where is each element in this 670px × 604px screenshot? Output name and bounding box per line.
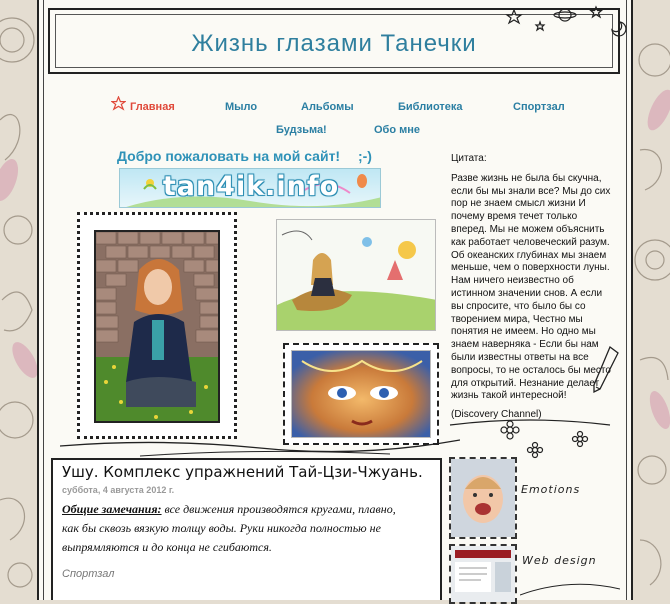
girl-photo-image	[96, 232, 218, 421]
fantasy-collage-image	[277, 220, 435, 330]
flower-doodles	[449, 419, 611, 459]
face-art-image	[292, 351, 430, 437]
main-photo[interactable]	[94, 230, 220, 423]
nav-item-library[interactable]: Библиотека	[398, 101, 463, 113]
post-label-link[interactable]: Спортзал	[62, 568, 114, 580]
emotions-thumb[interactable]	[449, 457, 517, 539]
sidebar-doodle	[520, 583, 620, 596]
nav-item-gym[interactable]: Спортзал	[513, 101, 565, 113]
website-screenshot-image	[451, 546, 515, 602]
pencil-icon	[593, 345, 619, 394]
quote-body: Разве жизнь не была бы скучна, если бы м…	[451, 172, 611, 402]
nav-item-budzma[interactable]: Будзьма!	[276, 124, 327, 136]
welcome-heading: Добро пожаловать на мой сайт! ;-)	[117, 148, 372, 164]
nav-item-albums[interactable]: Альбомы	[301, 101, 354, 113]
welcome-text: Добро пожаловать на мой сайт!	[117, 148, 341, 164]
post-title[interactable]: Ушу. Комплекс упражнений Тай-Цзи-Чжуань.	[62, 463, 423, 481]
post-lead: Общие замечания:	[62, 502, 162, 516]
fantasy-photo[interactable]	[276, 219, 436, 331]
nav-item-about[interactable]: Обо мне	[374, 124, 420, 136]
site-logo[interactable]: tan4ik.info	[119, 168, 381, 208]
nav-item-soap[interactable]: Мыло	[225, 101, 257, 113]
post-date: суббота, 4 августа 2012 г.	[62, 485, 175, 495]
webdesign-thumb[interactable]	[449, 544, 517, 604]
face-art-photo[interactable]	[291, 350, 431, 438]
logo-text: tan4ik.info	[162, 171, 340, 202]
post-body: Общие замечания: все движения производят…	[62, 500, 414, 557]
emotions-label[interactable]: Emotions	[521, 483, 580, 496]
webdesign-label[interactable]: Web design	[522, 554, 597, 567]
baby-photo-image	[451, 459, 515, 537]
doodle-lines	[60, 439, 460, 457]
star-icon	[111, 96, 126, 111]
quote-block: Цитата: Разве жизнь не была бы скучна, е…	[451, 153, 613, 422]
welcome-smiley: ;-)	[357, 148, 372, 164]
site-title[interactable]: Жизнь глазами Танечки	[48, 30, 620, 58]
nav-item-home[interactable]: Главная	[130, 101, 175, 113]
quote-title: Цитата:	[451, 153, 487, 164]
